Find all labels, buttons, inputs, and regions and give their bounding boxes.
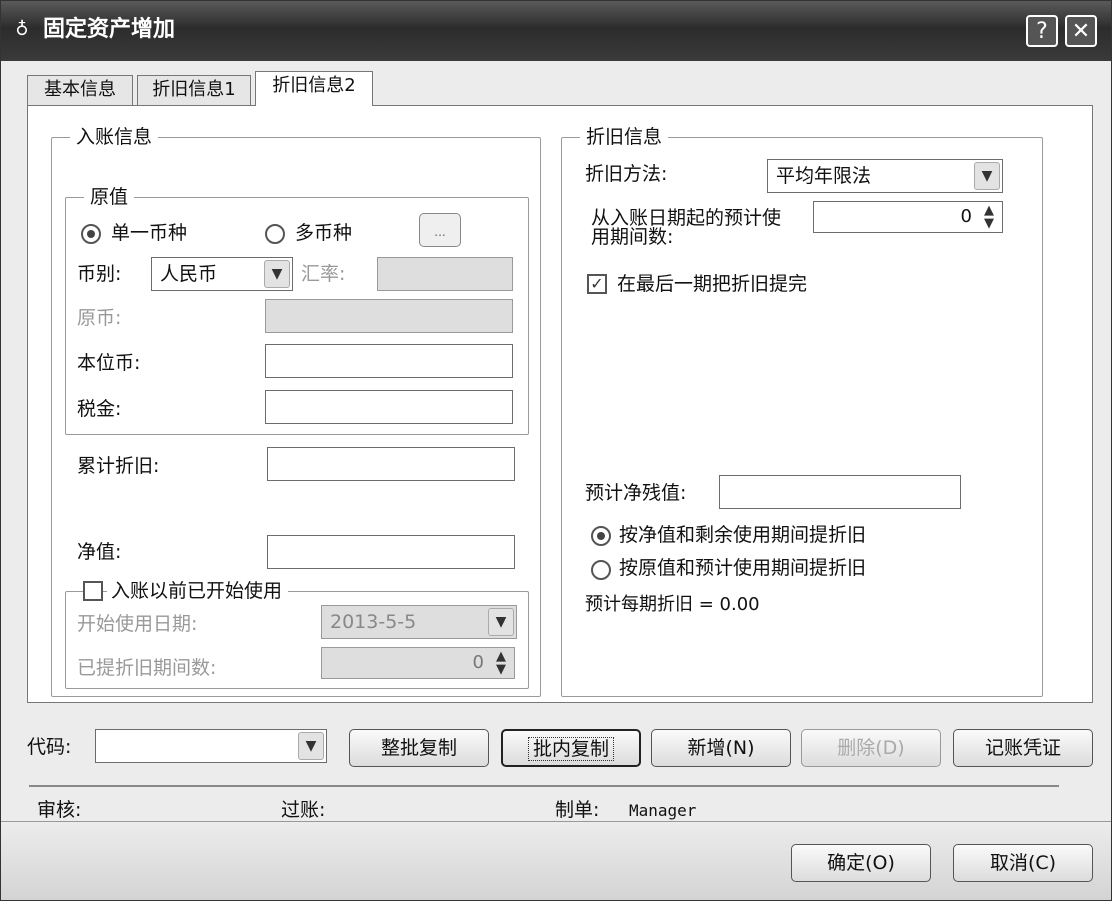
post-label: 过账: bbox=[281, 799, 326, 821]
estimated-periods-label-line1: 从入账日期起的预计使 bbox=[591, 207, 782, 229]
fixed-asset-add-dialog: ♁ 固定资产增加 ? ✕ 基本信息 折旧信息1 折旧信息2 入账信息 原值 单一… bbox=[0, 0, 1112, 901]
app-icon: ♁ bbox=[15, 19, 29, 40]
net-value-label: 净值: bbox=[77, 541, 122, 563]
net-value-method-label: 按净值和剩余使用期间提折旧 bbox=[619, 524, 867, 546]
close-button[interactable]: ✕ bbox=[1065, 15, 1097, 47]
voucher-button[interactable]: 记账凭证 bbox=[953, 729, 1093, 767]
in-batch-copy-button[interactable]: 批内复制 bbox=[501, 729, 641, 767]
help-button[interactable]: ? bbox=[1026, 15, 1058, 47]
depreciation-method-label: 折旧方法: bbox=[585, 163, 668, 185]
original-value-method-label: 按原值和预计使用期间提折旧 bbox=[619, 557, 867, 579]
audit-label: 审核: bbox=[37, 799, 82, 821]
net-value-input[interactable] bbox=[267, 535, 515, 569]
start-date-picker[interactable]: 2013-5-5 ▼ bbox=[321, 605, 517, 639]
residual-value-label: 预计净残值: bbox=[585, 482, 687, 504]
code-label: 代码: bbox=[27, 736, 72, 758]
residual-value-input[interactable] bbox=[719, 475, 961, 509]
used-before-entry-label: 入账以前已开始使用 bbox=[107, 578, 289, 604]
single-currency-label: 单一币种 bbox=[111, 222, 188, 244]
start-date-value: 2013-5-5 bbox=[330, 611, 417, 633]
estimated-periods-value: 0 bbox=[960, 206, 972, 227]
per-period-depreciation-text: 预计每期折旧 = 0.00 bbox=[585, 594, 760, 615]
base-currency-input[interactable] bbox=[265, 344, 513, 378]
chevron-down-icon: ▼ bbox=[974, 162, 1000, 190]
tax-label: 税金: bbox=[77, 398, 122, 420]
single-currency-radio[interactable] bbox=[81, 224, 101, 244]
tab-depreciation-2[interactable]: 折旧信息2 bbox=[255, 71, 373, 106]
original-currency-label: 原币: bbox=[77, 307, 122, 329]
exchange-rate-label: 汇率: bbox=[301, 263, 346, 285]
depreciation-method-select[interactable]: 平均年限法 ▼ bbox=[767, 159, 1003, 193]
spinner-arrows-icon[interactable]: ▲ ▼ bbox=[978, 204, 1000, 230]
estimated-periods-spinner[interactable]: 0 ▲ ▼ bbox=[813, 201, 1003, 233]
net-value-method-radio[interactable] bbox=[591, 526, 611, 546]
cancel-button[interactable]: 取消(C) bbox=[953, 844, 1093, 882]
original-currency-input[interactable] bbox=[265, 299, 513, 333]
currency-detail-button[interactable]: ... bbox=[419, 213, 461, 247]
tax-input[interactable] bbox=[265, 390, 513, 424]
currency-select[interactable]: 人民币 ▼ bbox=[151, 257, 293, 291]
in-batch-copy-label: 批内复制 bbox=[527, 737, 614, 761]
chevron-down-icon: ▼ bbox=[488, 608, 514, 636]
tab-basic-info[interactable]: 基本信息 bbox=[27, 75, 133, 105]
currency-value: 人民币 bbox=[160, 263, 218, 285]
batch-copy-button[interactable]: 整批复制 bbox=[349, 729, 489, 767]
depreciated-periods-label: 已提折旧期间数: bbox=[77, 657, 217, 679]
chevron-down-icon: ▼ bbox=[298, 732, 324, 760]
entry-info-legend: 入账信息 bbox=[70, 124, 159, 150]
window-title: 固定资产增加 bbox=[43, 17, 176, 42]
depreciation-info-legend: 折旧信息 bbox=[580, 124, 669, 150]
final-period-checkbox[interactable]: ✓ bbox=[587, 274, 607, 294]
title-bar[interactable]: ♁ 固定资产增加 ? ✕ bbox=[1, 1, 1111, 61]
base-currency-label: 本位币: bbox=[77, 352, 141, 374]
final-period-label: 在最后一期把折旧提完 bbox=[617, 273, 808, 295]
original-value-legend: 原值 bbox=[84, 184, 135, 210]
used-before-entry-checkbox[interactable] bbox=[83, 581, 103, 601]
add-button[interactable]: 新增(N) bbox=[651, 729, 791, 767]
currency-label: 币别: bbox=[77, 263, 122, 285]
spinner-arrows-icon[interactable]: ▲ ▼ bbox=[490, 650, 512, 676]
chevron-down-icon: ▼ bbox=[264, 260, 290, 288]
depreciated-periods-spinner[interactable]: 0 ▲ ▼ bbox=[321, 647, 515, 679]
estimated-periods-label-line2: 用期间数: bbox=[591, 226, 674, 248]
multi-currency-label: 多币种 bbox=[295, 222, 353, 244]
accumulated-depreciation-input[interactable] bbox=[267, 447, 515, 481]
maker-label: 制单: bbox=[555, 799, 600, 821]
depreciated-periods-value: 0 bbox=[472, 652, 484, 673]
start-date-label: 开始使用日期: bbox=[77, 613, 198, 635]
depreciation-method-value: 平均年限法 bbox=[776, 165, 872, 187]
separator-line bbox=[29, 785, 1059, 787]
tab-depreciation-1[interactable]: 折旧信息1 bbox=[137, 75, 251, 105]
accumulated-depreciation-label: 累计折旧: bbox=[77, 455, 160, 477]
code-select[interactable]: ▼ bbox=[95, 729, 327, 763]
dialog-footer: 确定(O) 取消(C) bbox=[1, 822, 1111, 900]
exchange-rate-input[interactable] bbox=[377, 257, 513, 291]
original-value-method-radio[interactable] bbox=[591, 560, 611, 580]
delete-button[interactable]: 删除(D) bbox=[801, 729, 941, 767]
ok-button[interactable]: 确定(O) bbox=[791, 844, 931, 882]
multi-currency-radio[interactable] bbox=[265, 224, 285, 244]
